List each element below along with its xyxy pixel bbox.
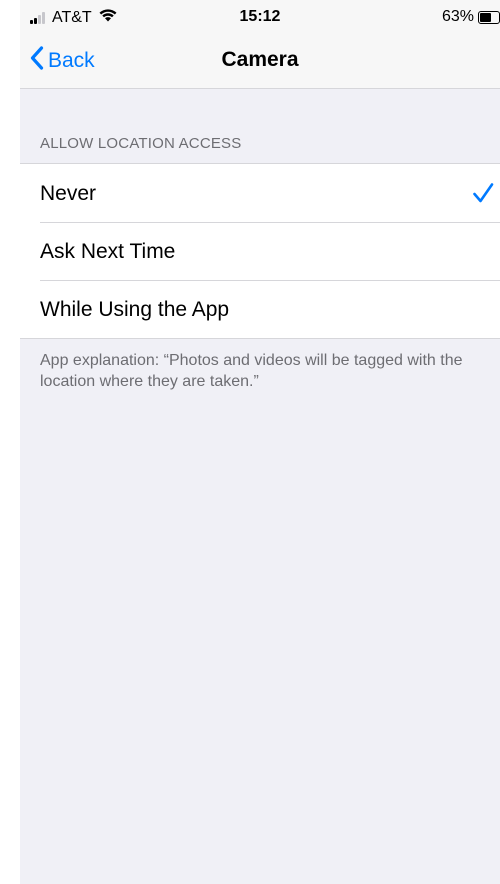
settings-screen: AT&T 15:12 63% Back Camera ALLOW LOCATIO… — [20, 0, 500, 884]
option-while-using-app[interactable]: While Using the App — [20, 280, 500, 338]
option-label: Never — [40, 182, 97, 205]
chevron-left-icon — [30, 46, 48, 76]
battery-icon — [478, 10, 500, 24]
app-explanation: App explanation: “Photos and videos will… — [40, 352, 463, 390]
option-label: While Using the App — [40, 298, 230, 321]
status-bar: AT&T 15:12 63% — [20, 0, 500, 36]
location-access-options: Never Ask Next Time While Using the App — [20, 163, 500, 339]
back-label: Back — [48, 49, 95, 72]
option-never[interactable]: Never — [20, 164, 500, 222]
checkmark-icon — [472, 182, 494, 209]
option-ask-next-time[interactable]: Ask Next Time — [20, 222, 500, 280]
option-label: Ask Next Time — [40, 240, 176, 263]
battery-level — [480, 12, 491, 22]
navigation-bar: Back Camera — [20, 36, 500, 89]
back-button[interactable]: Back — [30, 46, 95, 76]
section-header: ALLOW LOCATION ACCESS — [40, 135, 242, 152]
battery-percentage: 63% — [441, 8, 474, 25]
status-time: 15:12 — [239, 8, 281, 25]
status-right: 63% — [442, 8, 500, 26]
